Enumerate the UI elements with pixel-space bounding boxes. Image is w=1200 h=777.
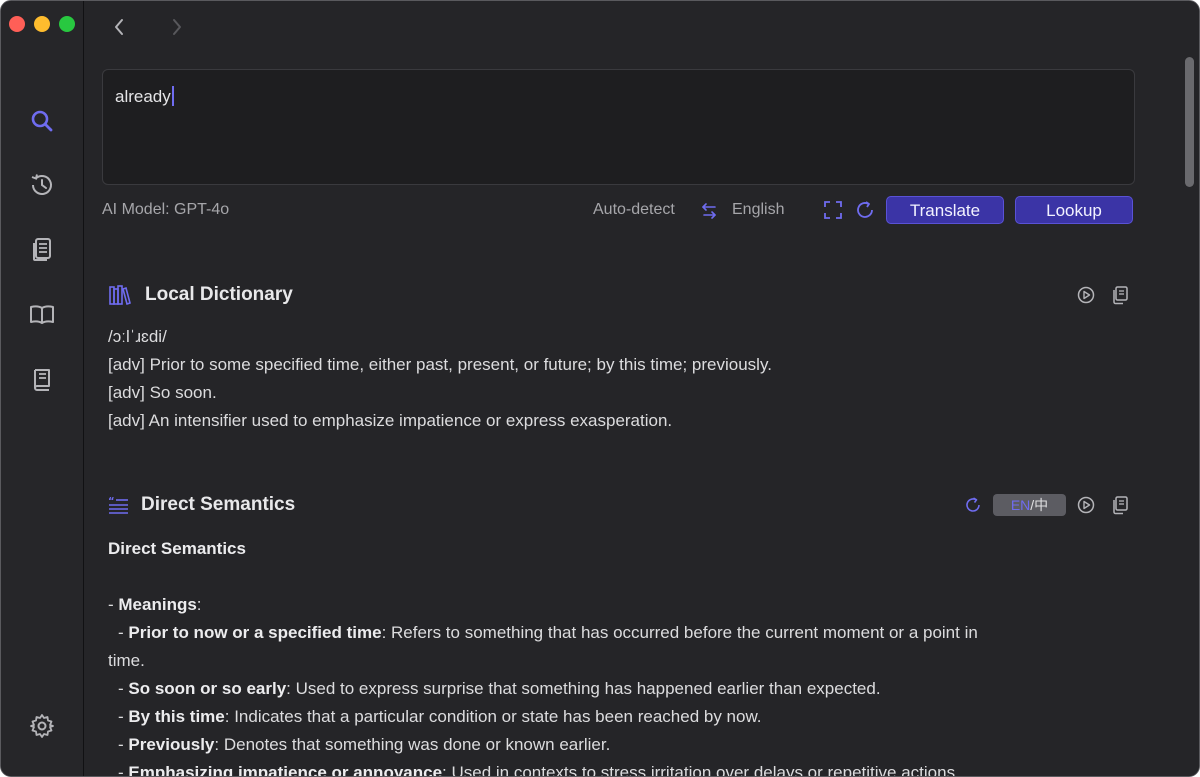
- lookup-button[interactable]: Lookup: [1015, 196, 1133, 224]
- swap-icon: [702, 203, 716, 219]
- semantics-section-icon: “: [106, 493, 130, 517]
- language-toggle[interactable]: EN/中: [993, 494, 1066, 516]
- meanings-colon: :: [196, 595, 202, 614]
- semantics-copy-button[interactable]: [1109, 494, 1131, 516]
- close-window-button[interactable]: [9, 16, 25, 32]
- quote-list-icon: “: [108, 496, 128, 514]
- meaning-item: - So soon or so early: Used to express s…: [108, 679, 881, 699]
- fullscreen-button[interactable]: [822, 199, 844, 221]
- refresh-icon: [966, 497, 980, 512]
- gear-icon: [30, 714, 54, 738]
- query-input[interactable]: already: [102, 69, 1135, 185]
- translate-button[interactable]: Translate: [886, 196, 1004, 224]
- meaning-desc: : Used to express surprise that somethin…: [286, 679, 881, 698]
- meaning-item: - By this time: Indicates that a particu…: [108, 707, 762, 727]
- semantics-play-button[interactable]: [1075, 494, 1097, 516]
- meaning-term: Previously: [128, 735, 215, 754]
- main-content: already AI Model: GPT-4o Auto-detect Eng…: [84, 1, 1199, 776]
- meaning-item: - Emphasizing impatience or annoyance: U…: [108, 763, 960, 777]
- meaning-term: Prior to now or a specified time: [128, 623, 382, 642]
- sidebar-item-dictionary[interactable]: [28, 300, 56, 328]
- definition-1: [adv] Prior to some specified time, eith…: [108, 355, 772, 374]
- text-caret: [171, 86, 174, 106]
- target-language-select[interactable]: English: [732, 201, 784, 219]
- copy-icon: [1113, 496, 1128, 515]
- meanings-line: - Meanings:: [108, 595, 202, 615]
- item-prefix: -: [118, 679, 129, 698]
- meaning-desc: time.: [108, 651, 145, 670]
- play-icon: [1077, 286, 1095, 304]
- source-language-select[interactable]: Auto-detect: [593, 201, 675, 219]
- books-icon: [109, 285, 131, 306]
- swap-languages-button[interactable]: [701, 201, 721, 221]
- language-toggle-en: EN: [1010, 497, 1031, 513]
- meaning-item: - Previously: Denotes that something was…: [108, 735, 610, 755]
- meaning-item: - Prior to now or a specified time: Refe…: [108, 623, 978, 643]
- item-prefix: -: [118, 735, 129, 754]
- meanings-prefix: -: [108, 595, 119, 614]
- app-window: already AI Model: GPT-4o Auto-detect Eng…: [0, 0, 1200, 777]
- sidebar-item-history[interactable]: [28, 171, 56, 199]
- meaning-term: By this time: [128, 707, 225, 726]
- play-icon: [1077, 496, 1095, 514]
- local-dictionary-title: Local Dictionary: [145, 284, 293, 305]
- copy-icon: [1113, 286, 1128, 305]
- item-prefix: -: [118, 623, 129, 642]
- refresh-icon: [857, 201, 873, 218]
- refresh-button[interactable]: [854, 199, 876, 221]
- dictionary-section-icon: [108, 283, 132, 307]
- settings-button[interactable]: [28, 712, 56, 740]
- sidebar-item-search[interactable]: [28, 107, 56, 135]
- definition-2: [adv] So soon.: [108, 383, 217, 402]
- expand-icon: [824, 201, 842, 219]
- book-icon: [34, 369, 50, 391]
- phonetic-text: /ɔːlˈɹɛdi/: [108, 327, 167, 346]
- meaning-desc: : Denotes that something was done or kno…: [214, 735, 611, 754]
- dictionary-copy-button[interactable]: [1109, 284, 1131, 306]
- sidebar-item-wordbook[interactable]: [28, 365, 56, 393]
- semantics-refresh-button[interactable]: [962, 494, 984, 516]
- book-open-icon: [30, 305, 54, 324]
- sidebar-item-notes[interactable]: [28, 235, 56, 263]
- item-prefix: -: [118, 707, 129, 726]
- meaning-desc: : Used in contexts to stress irritation …: [442, 763, 960, 777]
- language-toggle-zh: 中: [1034, 497, 1049, 513]
- scrollbar-thumb[interactable]: [1185, 57, 1194, 187]
- minimize-window-button[interactable]: [34, 16, 50, 32]
- forward-button[interactable]: [166, 15, 188, 39]
- notes-icon: [33, 238, 51, 261]
- direct-semantics-title: Direct Semantics: [141, 494, 296, 515]
- back-button[interactable]: [108, 15, 130, 39]
- sidebar: [1, 1, 84, 776]
- meaning-term: Emphasizing impatience or annoyance: [128, 763, 443, 777]
- search-icon: [31, 110, 53, 132]
- chevron-left-icon: [115, 19, 123, 35]
- chevron-right-icon: [173, 19, 181, 35]
- meaning-term: So soon or so early: [128, 679, 287, 698]
- meanings-label: Meanings: [118, 595, 197, 614]
- meaning-item-continued: time.: [108, 651, 145, 671]
- ai-model-label[interactable]: AI Model: GPT-4o: [102, 201, 229, 219]
- zoom-window-button[interactable]: [59, 16, 75, 32]
- definition-3: [adv] An intensifier used to emphasize i…: [108, 411, 673, 430]
- meaning-desc: : Refers to something that has occurred …: [381, 623, 978, 642]
- query-input-value: already: [115, 87, 171, 106]
- meaning-desc: : Indicates that a particular condition …: [224, 707, 762, 726]
- dictionary-play-button[interactable]: [1075, 284, 1097, 306]
- item-prefix: -: [118, 763, 129, 777]
- history-icon: [31, 174, 52, 195]
- semantics-heading: Direct Semantics: [108, 539, 246, 558]
